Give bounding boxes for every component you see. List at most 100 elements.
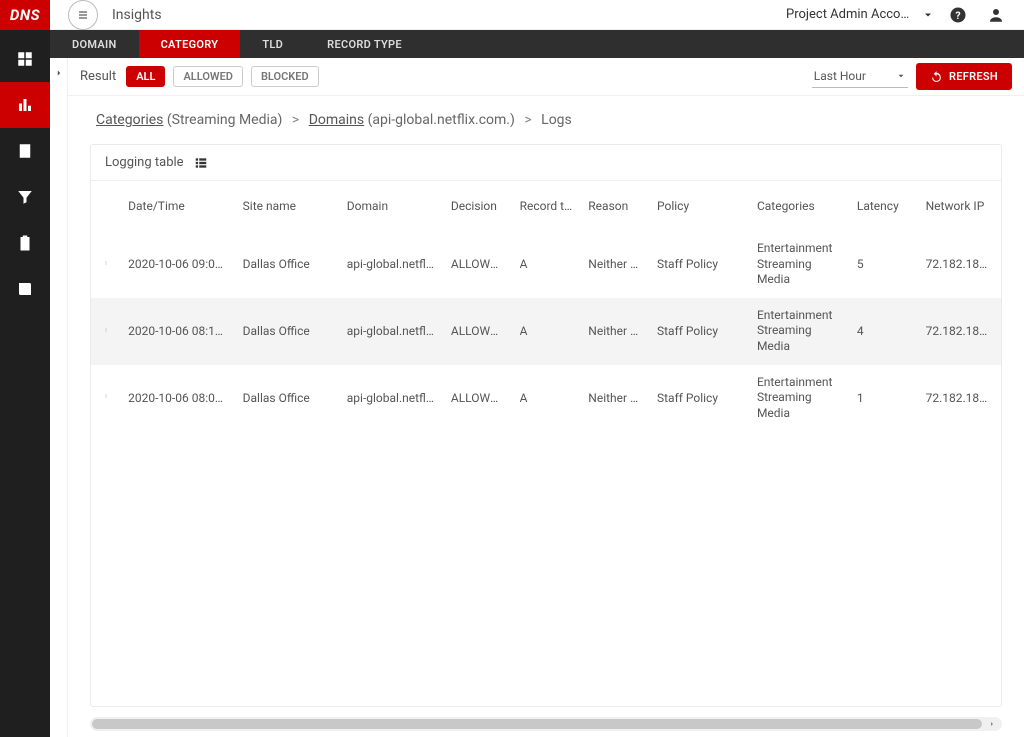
refresh-icon: [930, 70, 943, 83]
person-icon: [987, 6, 1005, 24]
help-button[interactable]: ?: [944, 1, 972, 29]
scrollbar-right-arrow[interactable]: [986, 717, 998, 731]
cell-domain: api-global.netflix.com.: [339, 298, 443, 365]
filter-blocked[interactable]: BLOCKED: [251, 66, 319, 87]
cell-domain: api-global.netflix.com.: [339, 231, 443, 298]
cell-policy: Staff Policy: [649, 365, 749, 432]
cell-record-type: A: [512, 231, 581, 298]
cell-domain: api-global.netflix.com.: [339, 365, 443, 432]
building-icon: [16, 142, 34, 160]
breadcrumb: Categories (Streaming Media) > Domains (…: [68, 96, 1024, 138]
tab-domain[interactable]: DOMAIN: [50, 30, 139, 58]
scrollbar-thumb[interactable]: [92, 719, 982, 729]
cell-network-ip: 72.182.184.102: [918, 365, 1001, 432]
nav-book[interactable]: [0, 266, 50, 312]
cell-datetime: 2020-10-06 08:04:33 C…: [120, 365, 235, 432]
clipboard-icon: [16, 234, 34, 252]
col-policy[interactable]: Policy: [649, 181, 749, 231]
menu-toggle-button[interactable]: [68, 0, 98, 30]
tab-record-type[interactable]: RECORD TYPE: [305, 30, 424, 58]
cell-record-type: A: [512, 365, 581, 432]
profile-button[interactable]: [982, 1, 1010, 29]
cell-network-ip: 72.182.184.102: [918, 298, 1001, 365]
cell-decision: ALLOWED: [443, 298, 512, 365]
nav-dashboard[interactable]: [0, 36, 50, 82]
cell-datetime: 2020-10-06 08:15:48 C…: [120, 298, 235, 365]
breadcrumb-domains[interactable]: Domains: [309, 112, 364, 128]
time-range-value: Last Hour: [814, 69, 866, 83]
cell-site: Dallas Office: [235, 365, 339, 432]
breadcrumb-domains-value: (api-global.netflix.com.): [368, 112, 515, 128]
cell-latency: 1: [849, 365, 918, 432]
table-scroll[interactable]: Date/Time Site name Domain Decision Reco…: [91, 181, 1001, 706]
cell-reason: Neither of th…: [580, 365, 649, 432]
col-site[interactable]: Site name: [235, 181, 339, 231]
row-menu-button[interactable]: [91, 365, 120, 432]
page-title: Insights: [112, 7, 162, 23]
table-row[interactable]: 2020-10-06 09:07:08 C…Dallas Officeapi-g…: [91, 231, 1001, 298]
col-domain[interactable]: Domain: [339, 181, 443, 231]
cell-reason: Neither of th…: [580, 298, 649, 365]
tabstrip: DOMAIN CATEGORY TLD RECORD TYPE: [50, 30, 1024, 58]
cell-categories: Entertainment Streaming Media: [749, 298, 849, 365]
bar-chart-icon: [16, 96, 34, 114]
brand-logo: DNS: [0, 0, 50, 30]
chevron-right-icon: [54, 68, 64, 78]
col-record-type[interactable]: Record type: [512, 181, 581, 231]
toolbar: Result ALL ALLOWED BLOCKED Last Hour REF…: [68, 58, 1024, 96]
nav-sites[interactable]: [0, 128, 50, 174]
funnel-icon: [16, 188, 34, 206]
topbar: Insights Project Admin Accoun… ?: [50, 0, 1024, 30]
col-categories[interactable]: Categories: [749, 181, 849, 231]
caret-right-icon: [988, 720, 996, 728]
col-reason[interactable]: Reason: [580, 181, 649, 231]
breadcrumb-categories[interactable]: Categories: [96, 112, 163, 128]
cell-site: Dallas Office: [235, 298, 339, 365]
table-icon: [194, 156, 208, 170]
col-latency[interactable]: Latency: [849, 181, 918, 231]
nav-clipboard[interactable]: [0, 220, 50, 266]
caret-down-icon: [896, 71, 906, 81]
table-row[interactable]: 2020-10-06 08:15:48 C…Dallas Officeapi-g…: [91, 298, 1001, 365]
card-title: Logging table: [105, 155, 184, 170]
horizontal-scrollbar[interactable]: [90, 717, 1002, 731]
refresh-label: REFRESH: [949, 70, 998, 83]
chevron-down-icon: [922, 9, 934, 21]
cell-decision: ALLOWED: [443, 365, 512, 432]
time-range-select[interactable]: Last Hour: [812, 65, 908, 88]
account-dropdown[interactable]: Project Admin Accoun…: [786, 7, 934, 22]
list-icon: [77, 9, 89, 21]
grid-icon: [16, 50, 34, 68]
refresh-button[interactable]: REFRESH: [916, 63, 1012, 90]
result-label: Result: [80, 69, 116, 84]
tab-category[interactable]: CATEGORY: [139, 30, 241, 58]
cell-decision: ALLOWED: [443, 231, 512, 298]
cell-policy: Staff Policy: [649, 231, 749, 298]
breadcrumb-sep: >: [292, 112, 299, 128]
nav-insights[interactable]: [0, 82, 50, 128]
logging-card: Logging table Date/Time: [90, 144, 1002, 707]
nav-filters[interactable]: [0, 174, 50, 220]
cell-categories: Entertainment Streaming Media: [749, 365, 849, 432]
cell-policy: Staff Policy: [649, 298, 749, 365]
col-datetime[interactable]: Date/Time: [120, 181, 235, 231]
help-icon: ?: [949, 6, 967, 24]
row-menu-button[interactable]: [91, 298, 120, 365]
row-menu-button[interactable]: [91, 231, 120, 298]
book-icon: [16, 280, 34, 298]
logging-table: Date/Time Site name Domain Decision Reco…: [91, 181, 1001, 431]
breadcrumb-logs: Logs: [541, 112, 572, 128]
col-network-ip[interactable]: Network IP: [918, 181, 1001, 231]
cell-reason: Neither of th…: [580, 231, 649, 298]
cell-latency: 4: [849, 298, 918, 365]
cell-datetime: 2020-10-06 09:07:08 C…: [120, 231, 235, 298]
cell-latency: 5: [849, 231, 918, 298]
col-decision[interactable]: Decision: [443, 181, 512, 231]
cell-network-ip: 72.182.184.102: [918, 231, 1001, 298]
filter-all[interactable]: ALL: [126, 66, 165, 87]
table-row[interactable]: 2020-10-06 08:04:33 C…Dallas Officeapi-g…: [91, 365, 1001, 432]
tab-tld[interactable]: TLD: [240, 30, 305, 58]
filter-allowed[interactable]: ALLOWED: [173, 66, 243, 87]
account-label: Project Admin Accoun…: [786, 7, 916, 22]
collapse-gutter[interactable]: [50, 58, 68, 737]
